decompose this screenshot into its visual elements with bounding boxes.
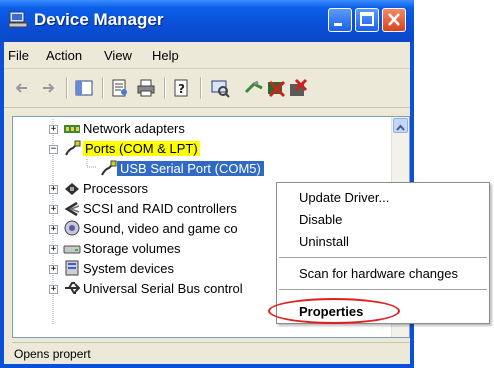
svg-text:?: ? <box>178 82 185 96</box>
expand-toggle[interactable]: + <box>49 245 58 254</box>
collapse-toggle[interactable]: − <box>49 145 58 154</box>
usb-icon <box>65 282 81 294</box>
scsi-controller-icon <box>64 201 80 217</box>
minimize-icon <box>334 23 342 26</box>
tree-item-label: Processors <box>83 181 149 196</box>
maximize-button[interactable] <box>355 8 379 32</box>
tree-item-label: Universal Serial Bus control <box>83 281 243 296</box>
menu-item-uninstall[interactable]: Uninstall <box>299 234 349 249</box>
minimize-button[interactable] <box>328 8 352 32</box>
expand-toggle[interactable]: + <box>49 185 58 194</box>
scroll-up-button[interactable] <box>393 118 408 133</box>
tree-item-usb-serial-port[interactable]: USB Serial Port (COM5) <box>13 159 393 179</box>
processor-icon <box>65 183 79 195</box>
properties-icon[interactable] <box>110 78 130 98</box>
port-connector-icon <box>101 160 117 176</box>
chevron-up-icon <box>396 124 405 131</box>
sound-icon <box>64 220 80 236</box>
tree-item-label: Storage volumes <box>83 241 181 256</box>
close-button[interactable] <box>382 8 406 32</box>
menu-item-disable[interactable]: Disable <box>299 212 342 227</box>
menu-help[interactable]: Help <box>152 48 179 63</box>
menu-separator <box>279 257 487 258</box>
port-connector-icon <box>65 140 81 156</box>
network-adapter-icon <box>64 125 80 133</box>
back-icon[interactable] <box>12 78 32 98</box>
title-bar[interactable]: Device Manager <box>0 0 414 42</box>
toolbar-separator <box>102 77 104 99</box>
scan-hardware-icon[interactable] <box>210 78 230 98</box>
toolbar-separator <box>66 77 68 99</box>
expand-toggle[interactable]: + <box>49 265 58 274</box>
window-title: Device Manager <box>34 10 164 29</box>
maximize-icon <box>360 12 374 26</box>
expand-toggle[interactable]: + <box>49 125 58 134</box>
menu-item-update-driver[interactable]: Update Driver... <box>299 190 389 205</box>
menu-bar: File Action View Help <box>4 42 410 69</box>
tree-item-label: Network adapters <box>83 121 185 136</box>
menu-action[interactable]: Action <box>46 48 82 63</box>
help-icon[interactable]: ? <box>172 78 192 98</box>
menu-view[interactable]: View <box>104 48 132 63</box>
menu-file[interactable]: File <box>8 48 29 63</box>
disable-icon[interactable] <box>288 78 308 98</box>
print-icon[interactable] <box>136 78 156 98</box>
tree-item-label: SCSI and RAID controllers <box>83 201 237 216</box>
storage-volume-icon <box>63 245 81 254</box>
console-tree-icon[interactable] <box>74 78 94 98</box>
toolbar: ? <box>4 69 410 108</box>
close-icon <box>388 13 400 26</box>
toolbar-separator <box>200 77 202 99</box>
update-driver-icon[interactable] <box>244 78 264 98</box>
menu-item-scan-hardware[interactable]: Scan for hardware changes <box>299 266 458 281</box>
tree-item-label: System devices <box>83 261 175 276</box>
status-text: Opens propert <box>14 347 91 361</box>
tree-item-network-adapters[interactable]: + Network adapters <box>13 119 393 139</box>
status-bar: Opens propert <box>12 342 410 363</box>
tree-item-label: Sound, video and game co <box>83 221 238 236</box>
uninstall-icon[interactable] <box>266 78 286 98</box>
expand-toggle[interactable]: + <box>49 225 58 234</box>
tree-item-ports[interactable]: − Ports (COM & LPT) <box>13 139 393 159</box>
menu-separator <box>279 289 487 290</box>
expand-toggle[interactable]: + <box>49 285 58 294</box>
device-manager-icon <box>8 11 28 28</box>
tree-item-label: USB Serial Port (COM5) <box>117 161 264 176</box>
forward-icon[interactable] <box>38 78 58 98</box>
toolbar-separator <box>164 77 166 99</box>
system-device-icon <box>65 260 79 276</box>
annotation-circle <box>268 298 400 324</box>
expand-toggle[interactable]: + <box>49 205 58 214</box>
tree-item-label: Ports (COM & LPT) <box>83 141 200 156</box>
